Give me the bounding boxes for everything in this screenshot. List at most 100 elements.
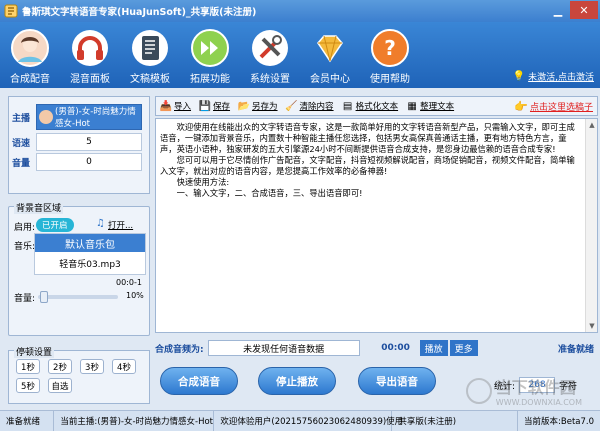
playback-status: 未发现任何语音数据 — [207, 340, 360, 356]
pause-1s-button[interactable]: 1秒 — [16, 359, 40, 374]
toolbar-item-templates[interactable]: 文稿模板 — [120, 22, 180, 88]
pause-2s-button[interactable]: 2秒 — [48, 359, 72, 374]
editor-toolbar: 📥 导入 💾 保存 📂 另存为 🧹 清除内容 ▤ 格式化文本 ▦ 整理文本 👉 … — [155, 96, 598, 116]
import-icon: 📥 — [159, 100, 173, 112]
import-label: 导入 — [174, 102, 192, 112]
save-label: 保存 — [213, 102, 231, 112]
pick-script-link[interactable]: 👉 点击这里选稿子 — [514, 100, 593, 113]
window-controls: ▁ ✕ — [546, 1, 598, 19]
bgmusic-music-label: 音乐: — [14, 242, 36, 252]
status-ready: 准备就绪 — [0, 411, 55, 431]
speaker-select[interactable]: (男普)-女-时尚魅力情感女-Hot — [36, 104, 142, 130]
speaker-value: (男普)-女-时尚魅力情感女-Hot — [55, 107, 136, 129]
tidy-icon: ▦ — [407, 100, 417, 112]
clear-icon: 🧹 — [285, 100, 298, 112]
bgmusic-toggle-text: 已开启 — [42, 221, 68, 231]
pause-4s-button[interactable]: 4秒 — [112, 359, 136, 374]
bgmusic-list-selected[interactable]: 默认音乐包 — [35, 234, 145, 252]
scroll-up-icon[interactable]: ▲ — [586, 119, 598, 131]
save-icon: 💾 — [198, 100, 212, 112]
main-toolbar: 合成配音 混音面板 文稿模板 拓展功能 系统设置 会员中心 ? 使用帮助 💡 未… — [0, 22, 600, 88]
toolbar-item-mixer[interactable]: 混音面板 — [60, 22, 120, 88]
activate-label: 未激活,点击激活 — [528, 73, 594, 83]
toolbar-item-synthesize[interactable]: 合成配音 — [0, 22, 60, 88]
toolbar-item-extensions[interactable]: 拓展功能 — [180, 22, 240, 88]
watermark-sub: WWW.DOWNXIA.COM — [495, 398, 582, 407]
save-button[interactable]: 💾 保存 — [198, 100, 231, 113]
ready-status: 准备就绪 — [557, 344, 594, 355]
editor-paragraph: 您可可以用于它尽情创作广告配音，文字配音，抖音短视频解说配音，商场促销配音，视频… — [160, 155, 575, 176]
minimize-button[interactable]: ▁ — [547, 1, 569, 19]
synthesize-button[interactable]: 合成语音 — [160, 367, 238, 395]
text-editor[interactable]: 欢迎使用在线能出众的文字转语音专家，这是一款简单好用的文字转语音新型产品，只需输… — [155, 118, 598, 333]
notebook-icon — [132, 30, 168, 66]
pause-3s-button[interactable]: 3秒 — [80, 359, 104, 374]
toolbar-item-settings[interactable]: 系统设置 — [240, 22, 300, 88]
import-button[interactable]: 📥 导入 — [159, 100, 192, 113]
status-version: 当前版本:Beta7.0 — [524, 417, 594, 427]
avatar-icon — [11, 29, 49, 67]
status-bar: 准备就绪 当前主播:(男普)-女-时尚魅力情感女-Hot 欢迎体验用户(2021… — [0, 410, 600, 431]
volume-row: 音量 0 — [12, 153, 142, 171]
export-button[interactable]: 导出语音 — [358, 367, 436, 395]
bgmusic-volume-label: 音量: — [14, 294, 36, 304]
status-edition: 共享版(未注册) — [392, 411, 519, 431]
pause-5s-button[interactable]: 5秒 — [16, 378, 40, 393]
speed-field[interactable]: 5 — [36, 133, 142, 151]
svg-text:?: ? — [384, 36, 396, 60]
editor-paragraph: 欢迎使用在线能出众的文字转语音专家，这是一款简单好用的文字转语音新型产品，只需输… — [160, 122, 575, 154]
speaker-avatar-icon — [39, 110, 53, 124]
window-title: 鲁斯琪文字转语音专家(HuaJunSoft)_共享版(未注册) — [22, 7, 257, 18]
playback-label: 合成音频为: — [155, 344, 204, 355]
toolbar-label: 文稿模板 — [130, 74, 170, 85]
bgmusic-volume-slider[interactable] — [38, 291, 118, 303]
bgmusic-toggle[interactable]: 已开启 — [36, 218, 74, 232]
tools-icon — [252, 30, 288, 66]
toolbar-label: 系统设置 — [250, 74, 290, 85]
pointing-hand-icon: 👉 — [514, 99, 528, 113]
volume-label: 音量 — [12, 158, 31, 169]
playback-time: 00:00 — [381, 343, 410, 353]
editor-scrollbar[interactable]: ▲ ▼ — [585, 119, 597, 332]
toolbar-item-member[interactable]: 会员中心 — [300, 22, 360, 88]
bgmusic-list-item[interactable]: 轻音乐03.mp3 — [35, 252, 145, 274]
scroll-down-icon[interactable]: ▼ — [586, 320, 598, 332]
clear-button[interactable]: 🧹 清除内容 — [285, 100, 334, 113]
bgmusic-time: 00:0-1 — [116, 278, 142, 287]
clear-label: 清除内容 — [299, 102, 334, 112]
editor-paragraph: 一、输入文字，二、合成语音，三、导出语音即可! — [176, 188, 363, 198]
pause-group-title: 停顿设置 — [14, 345, 55, 358]
diamond-icon — [317, 35, 343, 63]
format-button[interactable]: ▤ 格式化文本 — [342, 100, 398, 113]
toolbar-label: 使用帮助 — [370, 74, 410, 85]
pause-custom-button[interactable]: 自选 — [48, 378, 72, 393]
activate-link[interactable]: 💡 未激活,点击激活 — [513, 70, 594, 83]
save-as-icon: 📂 — [237, 100, 251, 112]
bgmusic-list[interactable]: 默认音乐包 轻音乐03.mp3 — [34, 233, 146, 275]
toolbar-label: 合成配音 — [10, 74, 50, 85]
stop-button[interactable]: 停止播放 — [258, 367, 336, 395]
tidy-button[interactable]: ▦ 整理文本 — [406, 100, 455, 113]
bgmusic-group-title: 背景音区域 — [14, 201, 64, 214]
speed-row: 语速 5 — [12, 133, 142, 151]
toolbar-label: 拓展功能 — [190, 74, 230, 85]
bgmusic-volume-percent: 10% — [126, 291, 144, 300]
volume-field[interactable]: 0 — [36, 153, 142, 171]
playback-bar: 合成音频为: 未发现任何语音数据 00:00 播放 更多 准备就绪 — [155, 338, 598, 358]
editor-paragraph: 快速使用方法: — [176, 177, 230, 187]
lightbulb-icon: 💡 — [512, 71, 526, 82]
watermark-text: 当下软件园 — [495, 378, 576, 397]
tidy-label: 整理文本 — [420, 102, 455, 112]
toolbar-item-help[interactable]: ? 使用帮助 — [360, 22, 420, 88]
toolbar-label: 会员中心 — [310, 74, 350, 85]
close-button[interactable]: ✕ — [570, 1, 598, 19]
save-as-button[interactable]: 📂 另存为 — [237, 100, 278, 113]
format-icon: ▤ — [342, 100, 353, 112]
help-icon: ? — [371, 29, 409, 67]
play-button[interactable]: 播放 — [419, 340, 448, 356]
bgmusic-volume-knob[interactable] — [40, 291, 48, 303]
bgmusic-open-button[interactable]: 打开... — [108, 219, 133, 231]
status-current-host: 当前主播:(男普)-女-时尚魅力情感女-Hot — [54, 411, 215, 431]
more-button[interactable]: 更多 — [449, 340, 478, 356]
music-note-icon: ♫ — [96, 218, 105, 229]
